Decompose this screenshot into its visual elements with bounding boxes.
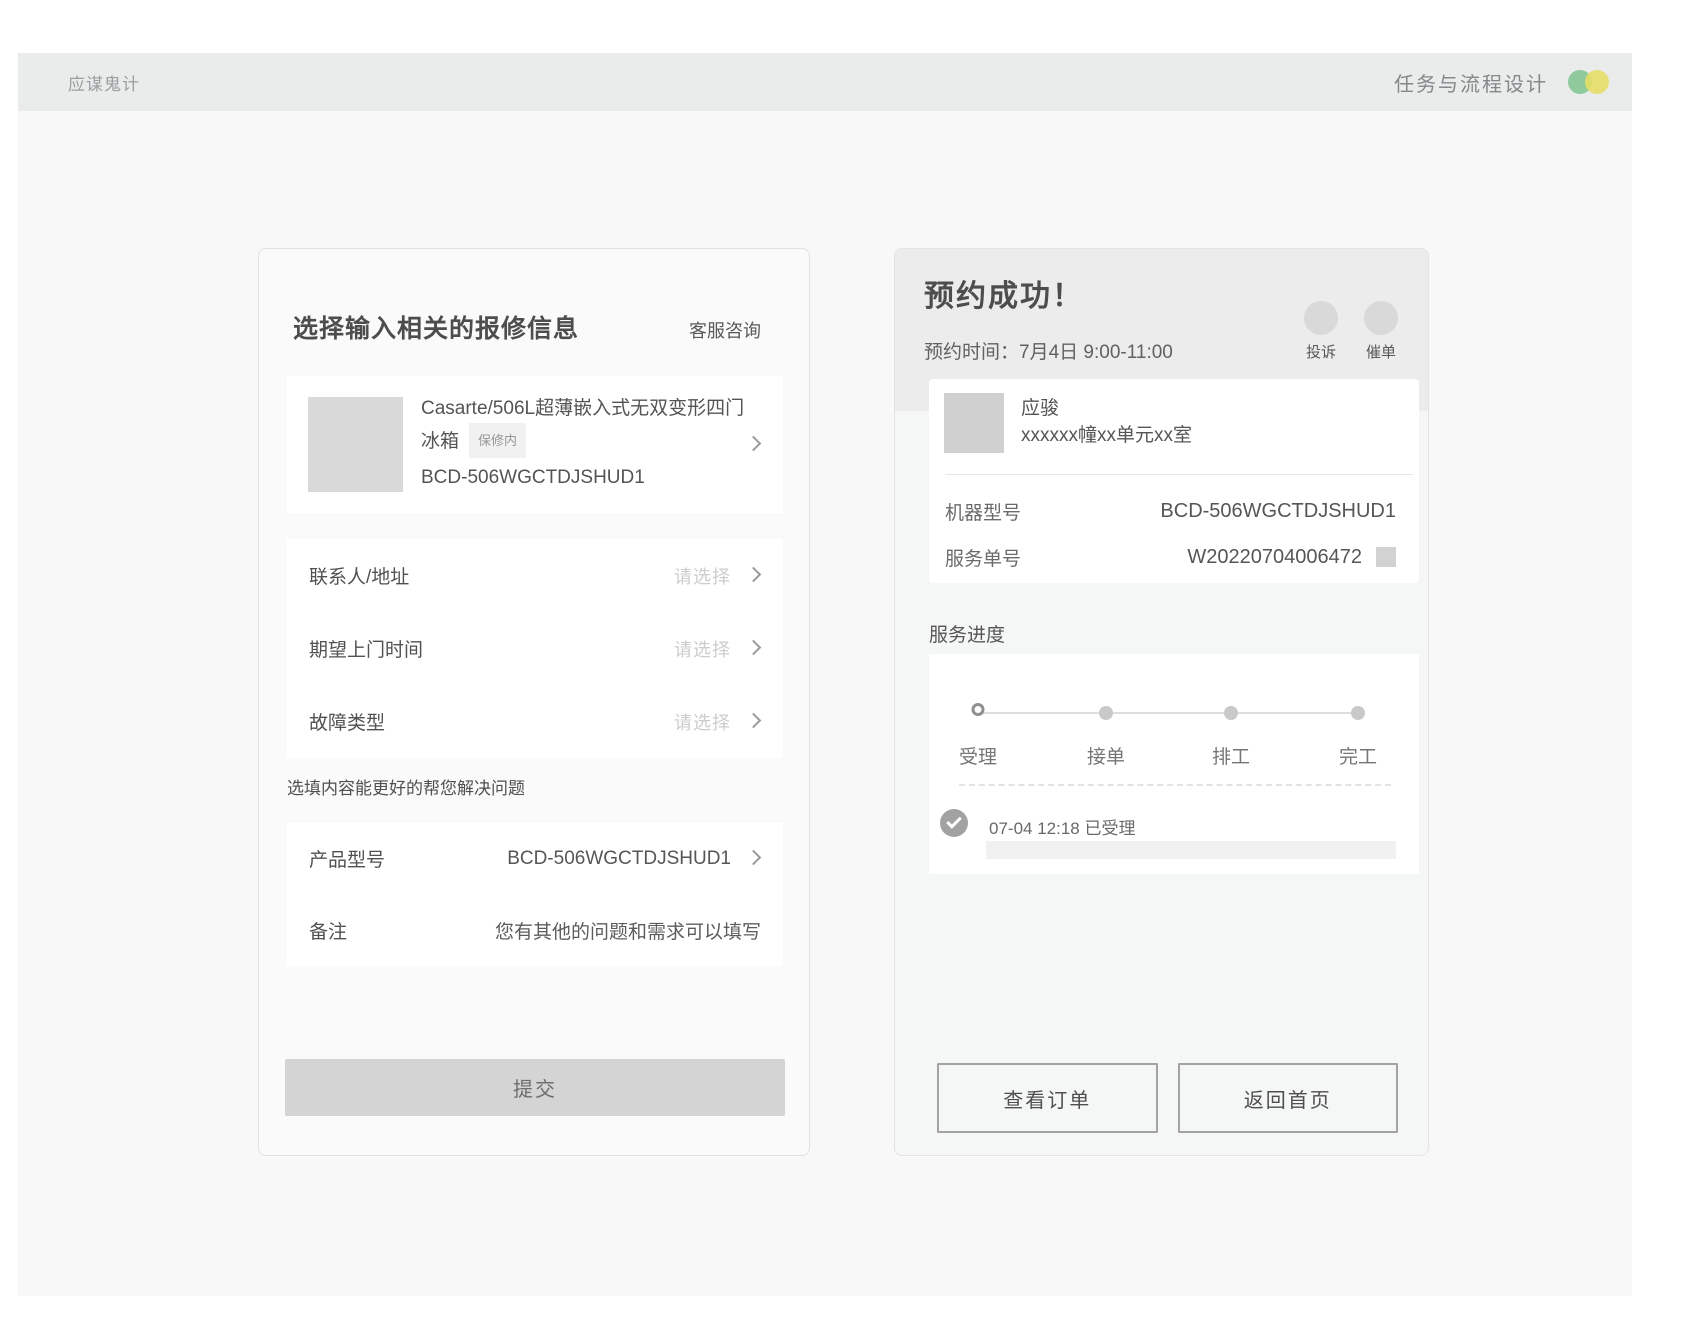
field-placeholder: 请选择 <box>674 709 731 735</box>
form-title: 选择输入相关的报修信息 <box>293 309 579 345</box>
user-address: xxxxxx幢xx单元xx室 <box>1021 420 1192 447</box>
booking-time: 预约时间：7月4日 9:00-11:00 <box>924 337 1173 364</box>
warranty-badge: 保修内 <box>469 423 526 458</box>
divider <box>945 474 1413 475</box>
product-image-placeholder <box>308 397 403 492</box>
field-value: 您有其他的问题和需求可以填写 <box>495 917 761 944</box>
field-value: BCD-506WGCTDJSHUD1 <box>507 848 731 870</box>
field-label: 期望上门时间 <box>309 635 423 662</box>
status-toggle[interactable] <box>1568 70 1610 94</box>
info-label: 服务单号 <box>945 544 1021 571</box>
product-model: BCD-506WGCTDJSHUD1 <box>421 463 751 492</box>
complaint-button[interactable]: 投诉 <box>1291 301 1351 362</box>
copy-icon[interactable] <box>1376 547 1396 567</box>
user-name: 应骏 <box>1021 393 1059 420</box>
service-order-value: W20220704006472 <box>1187 546 1362 569</box>
step-label: 受理 <box>933 742 1023 769</box>
step-dot-done <box>1351 706 1365 720</box>
product-row[interactable]: Casarte/506L超薄嵌入式无双变形四门冰箱保修内 BCD-506WGCT… <box>287 376 783 513</box>
app-frame: 应谋鬼计 任务与流程设计 选择输入相关的报修信息 客服咨询 <box>18 53 1632 1296</box>
optional-fields: 产品型号 BCD-506WGCTDJSHUD1 备注 您有其他的问题和需求可以填… <box>287 823 783 966</box>
chevron-right-icon <box>746 639 762 655</box>
top-bar: 应谋鬼计 任务与流程设计 <box>18 53 1632 111</box>
field-row-visit-time[interactable]: 期望上门时间 请选择 <box>287 612 783 685</box>
field-label: 备注 <box>309 917 347 944</box>
info-label: 机器型号 <box>945 498 1021 525</box>
step-connector-line <box>978 712 1358 714</box>
screen-repair-form: 选择输入相关的报修信息 客服咨询 Casarte/506L超薄嵌入式无双变形四门… <box>258 248 810 1156</box>
field-label: 联系人/地址 <box>309 562 409 589</box>
canvas: 选择输入相关的报修信息 客服咨询 Casarte/506L超薄嵌入式无双变形四门… <box>18 111 1632 1296</box>
field-placeholder: 请选择 <box>674 563 731 589</box>
order-info-card: 应骏 xxxxxx幢xx单元xx室 机器型号 BCD-506WGCTDJSHUD… <box>929 379 1419 583</box>
field-label: 故障类型 <box>309 708 385 735</box>
chevron-right-icon <box>746 566 762 582</box>
machine-model-value: BCD-506WGCTDJSHUD1 <box>1160 500 1396 523</box>
step-label: 接单 <box>1061 742 1151 769</box>
field-row-contact[interactable]: 联系人/地址 请选择 <box>287 539 783 612</box>
field-label: 产品型号 <box>309 845 385 872</box>
form-header: 选择输入相关的报修信息 客服咨询 <box>293 309 761 345</box>
step-label: 排工 <box>1186 742 1276 769</box>
customer-service-link[interactable]: 客服咨询 <box>689 317 761 343</box>
required-fields: 联系人/地址 请选择 期望上门时间 请选择 故障类型 请选择 <box>287 539 783 758</box>
check-icon <box>940 809 968 837</box>
topbar-right-group: 任务与流程设计 <box>1394 68 1610 97</box>
field-placeholder: 请选择 <box>674 636 731 662</box>
screen-booking-success: 预约成功！ 预约时间：7月4日 9:00-11:00 投诉 催单 应骏 xxxx… <box>894 248 1429 1156</box>
service-order-row: 服务单号 W20220704006472 <box>945 541 1396 573</box>
urge-order-icon <box>1364 301 1398 335</box>
field-row-remark[interactable]: 备注 您有其他的问题和需求可以填写 <box>287 895 783 967</box>
chevron-right-icon <box>746 849 762 865</box>
action-label: 催单 <box>1351 341 1411 362</box>
page-title: 任务与流程设计 <box>1394 68 1548 97</box>
status-log: 07-04 12:18 已受理 <box>989 814 1135 839</box>
footer-buttons: 查看订单 返回首页 <box>937 1063 1398 1133</box>
step-label: 完工 <box>1313 742 1403 769</box>
action-label: 投诉 <box>1291 341 1351 362</box>
view-order-button[interactable]: 查看订单 <box>937 1063 1158 1133</box>
success-title: 预约成功！ <box>924 271 1084 315</box>
optional-section-hint: 选填内容能更好的帮您解决问题 <box>287 774 525 799</box>
design-canvas-page: 应谋鬼计 任务与流程设计 选择输入相关的报修信息 客服咨询 <box>0 0 1688 1342</box>
chevron-right-icon <box>746 712 762 728</box>
progress-section-title: 服务进度 <box>929 620 1005 647</box>
complaint-icon <box>1304 301 1338 335</box>
field-row-fault-type[interactable]: 故障类型 请选择 <box>287 685 783 758</box>
status-detail-placeholder <box>986 841 1396 859</box>
machine-model-row: 机器型号 BCD-506WGCTDJSHUD1 <box>945 495 1396 527</box>
avatar <box>944 393 1004 453</box>
app-title: 应谋鬼计 <box>68 70 140 95</box>
urge-order-button[interactable]: 催单 <box>1351 301 1411 362</box>
step-dot-taken <box>1099 706 1113 720</box>
back-home-button[interactable]: 返回首页 <box>1178 1063 1399 1133</box>
step-dot-scheduled <box>1224 706 1238 720</box>
progress-card: 受理 接单 排工 完工 07-04 12:18 已受理 <box>929 654 1419 874</box>
field-row-product-model[interactable]: 产品型号 BCD-506WGCTDJSHUD1 <box>287 823 783 895</box>
product-text: Casarte/506L超薄嵌入式无双变形四门冰箱保修内 BCD-506WGCT… <box>421 394 751 492</box>
toggle-dot-yellow <box>1585 70 1609 94</box>
dashed-divider <box>959 784 1391 786</box>
step-dot-accepted <box>972 703 985 716</box>
submit-button[interactable]: 提交 <box>285 1059 785 1116</box>
